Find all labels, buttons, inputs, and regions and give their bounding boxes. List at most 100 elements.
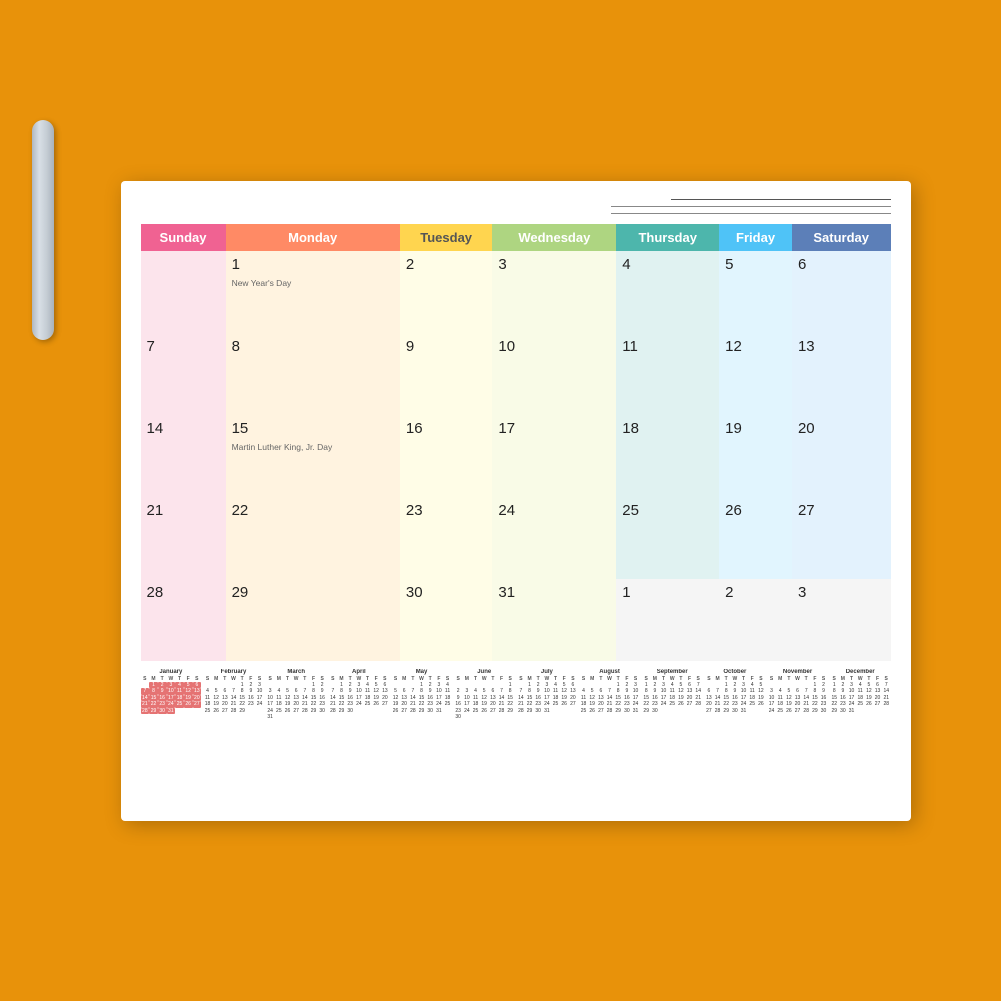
mini-month-grid: SMTWTFS123456789101112131415161718192021… (454, 676, 515, 721)
table-row: 31 (492, 579, 616, 661)
mini-day: 27 (597, 708, 606, 715)
table-row: 8 (226, 333, 400, 415)
mini-day: 31 (543, 708, 552, 715)
table-row: 23 (400, 497, 493, 579)
mini-month-name: November (783, 669, 812, 675)
mini-month-name: September (657, 669, 688, 675)
mini-day: 25 (748, 701, 757, 708)
notes-line-1 (671, 199, 891, 200)
table-row: 21 (141, 497, 226, 579)
mini-day: 12 (184, 688, 193, 695)
day-number: 6 (798, 256, 885, 273)
mini-day: 25 (668, 701, 677, 708)
table-row: 1New Year's Day (226, 251, 400, 333)
table-row: 26 (719, 497, 792, 579)
mini-day: 30 (158, 708, 167, 715)
mini-day: 28 (713, 708, 722, 715)
day-number: 26 (725, 502, 786, 519)
mini-day: 24 (255, 701, 264, 708)
mini-day: 23 (158, 701, 167, 708)
mini-day: 27 (292, 708, 301, 715)
mini-day: 29 (417, 708, 426, 715)
day-number: 1 (622, 584, 713, 601)
mini-day-header: F (184, 676, 193, 682)
mini-day: 26 (785, 708, 794, 715)
day-number: 16 (406, 420, 487, 437)
mini-month-may: MaySMTWTFS123456789101112131415161718192… (391, 669, 452, 721)
day-number: 22 (232, 502, 394, 519)
calendar-page: Sunday Monday Tuesday Wednesday Thursday… (121, 181, 911, 821)
mini-day: 31 (847, 708, 856, 715)
mini-day: 8 (149, 688, 158, 695)
table-row: 24 (492, 497, 616, 579)
fridge-handle (32, 120, 54, 340)
mini-day-header: W (167, 676, 176, 682)
mini-day: 26 (391, 708, 400, 715)
mini-day: 24 (767, 708, 776, 715)
mini-day: 31 (167, 708, 176, 715)
mini-day: 28 (409, 708, 418, 715)
header-sunday: Sunday (141, 224, 226, 251)
mini-day: 25 (776, 708, 785, 715)
header-saturday: Saturday (792, 224, 891, 251)
mini-day: 23 (247, 701, 256, 708)
mini-month-grid: SMTWTFS123456789101112131415161718192021… (391, 676, 452, 715)
table-row: 14 (141, 415, 226, 497)
mini-day: 28 (229, 708, 238, 715)
mini-day: 28 (802, 708, 811, 715)
mini-day: 29 (811, 708, 820, 715)
table-row: 3 (792, 579, 891, 661)
day-number: 7 (147, 338, 220, 355)
mini-day: 27 (489, 708, 498, 715)
table-row: 3 (492, 251, 616, 333)
table-row: 19 (719, 415, 792, 497)
mini-day: 27 (685, 701, 694, 708)
calendar-grid: Sunday Monday Tuesday Wednesday Thursday… (141, 224, 891, 661)
mini-day: 28 (141, 708, 150, 715)
day-number: 9 (406, 338, 487, 355)
mini-day: 30 (318, 708, 327, 715)
table-row: 15Martin Luther King, Jr. Day (226, 415, 400, 497)
table-row: 22 (226, 497, 400, 579)
mini-day: 26 (757, 701, 766, 708)
mini-day: 26 (865, 701, 874, 708)
mini-day: 28 (517, 708, 526, 715)
mini-day: 28 (882, 701, 891, 708)
day-number: 15 (232, 420, 394, 437)
mini-day: 26 (588, 708, 597, 715)
mini-day: 30 (454, 714, 463, 721)
mini-day-header: S (193, 676, 202, 682)
mini-day-header: T (175, 676, 184, 682)
mini-day: 28 (301, 708, 310, 715)
mini-month-name: March (287, 669, 305, 675)
notes-section (141, 199, 891, 214)
mini-month-name: October (723, 669, 746, 675)
mini-day: 25 (579, 708, 588, 715)
day-number: 13 (798, 338, 885, 355)
day-number: 25 (622, 502, 713, 519)
day-number: 8 (232, 338, 394, 355)
mini-month-november: NovemberSMTWTFS1234567891011121314151617… (767, 669, 828, 721)
mini-month-march: MarchSMTWTFS1234567891011121314151617181… (266, 669, 327, 721)
table-row: 4 (616, 251, 719, 333)
mini-calendar-row: JanuarySMTWTFS12345678910111213141516171… (141, 669, 891, 721)
table-row: 6 (792, 251, 891, 333)
header-wednesday: Wednesday (492, 224, 616, 251)
mini-month-name: August (599, 669, 620, 675)
mini-day: 28 (329, 708, 338, 715)
table-row: 13 (792, 333, 891, 415)
mini-day: 7 (141, 688, 150, 695)
mini-day: 13 (193, 688, 202, 695)
mini-month-grid: SMTWTFS123456789101112131415161718192021… (203, 676, 264, 715)
mini-day: 30 (534, 708, 543, 715)
header-friday: Friday (719, 224, 792, 251)
mini-day: 30 (839, 708, 848, 715)
table-row: 10 (492, 333, 616, 415)
mini-day: 27 (381, 701, 390, 708)
table-row: 9 (400, 333, 493, 415)
mini-day: 25 (275, 708, 284, 715)
mini-month-name: February (221, 669, 247, 675)
mini-day: 27 (400, 708, 409, 715)
mini-day: 30 (346, 708, 355, 715)
mini-day: 21 (141, 701, 150, 708)
